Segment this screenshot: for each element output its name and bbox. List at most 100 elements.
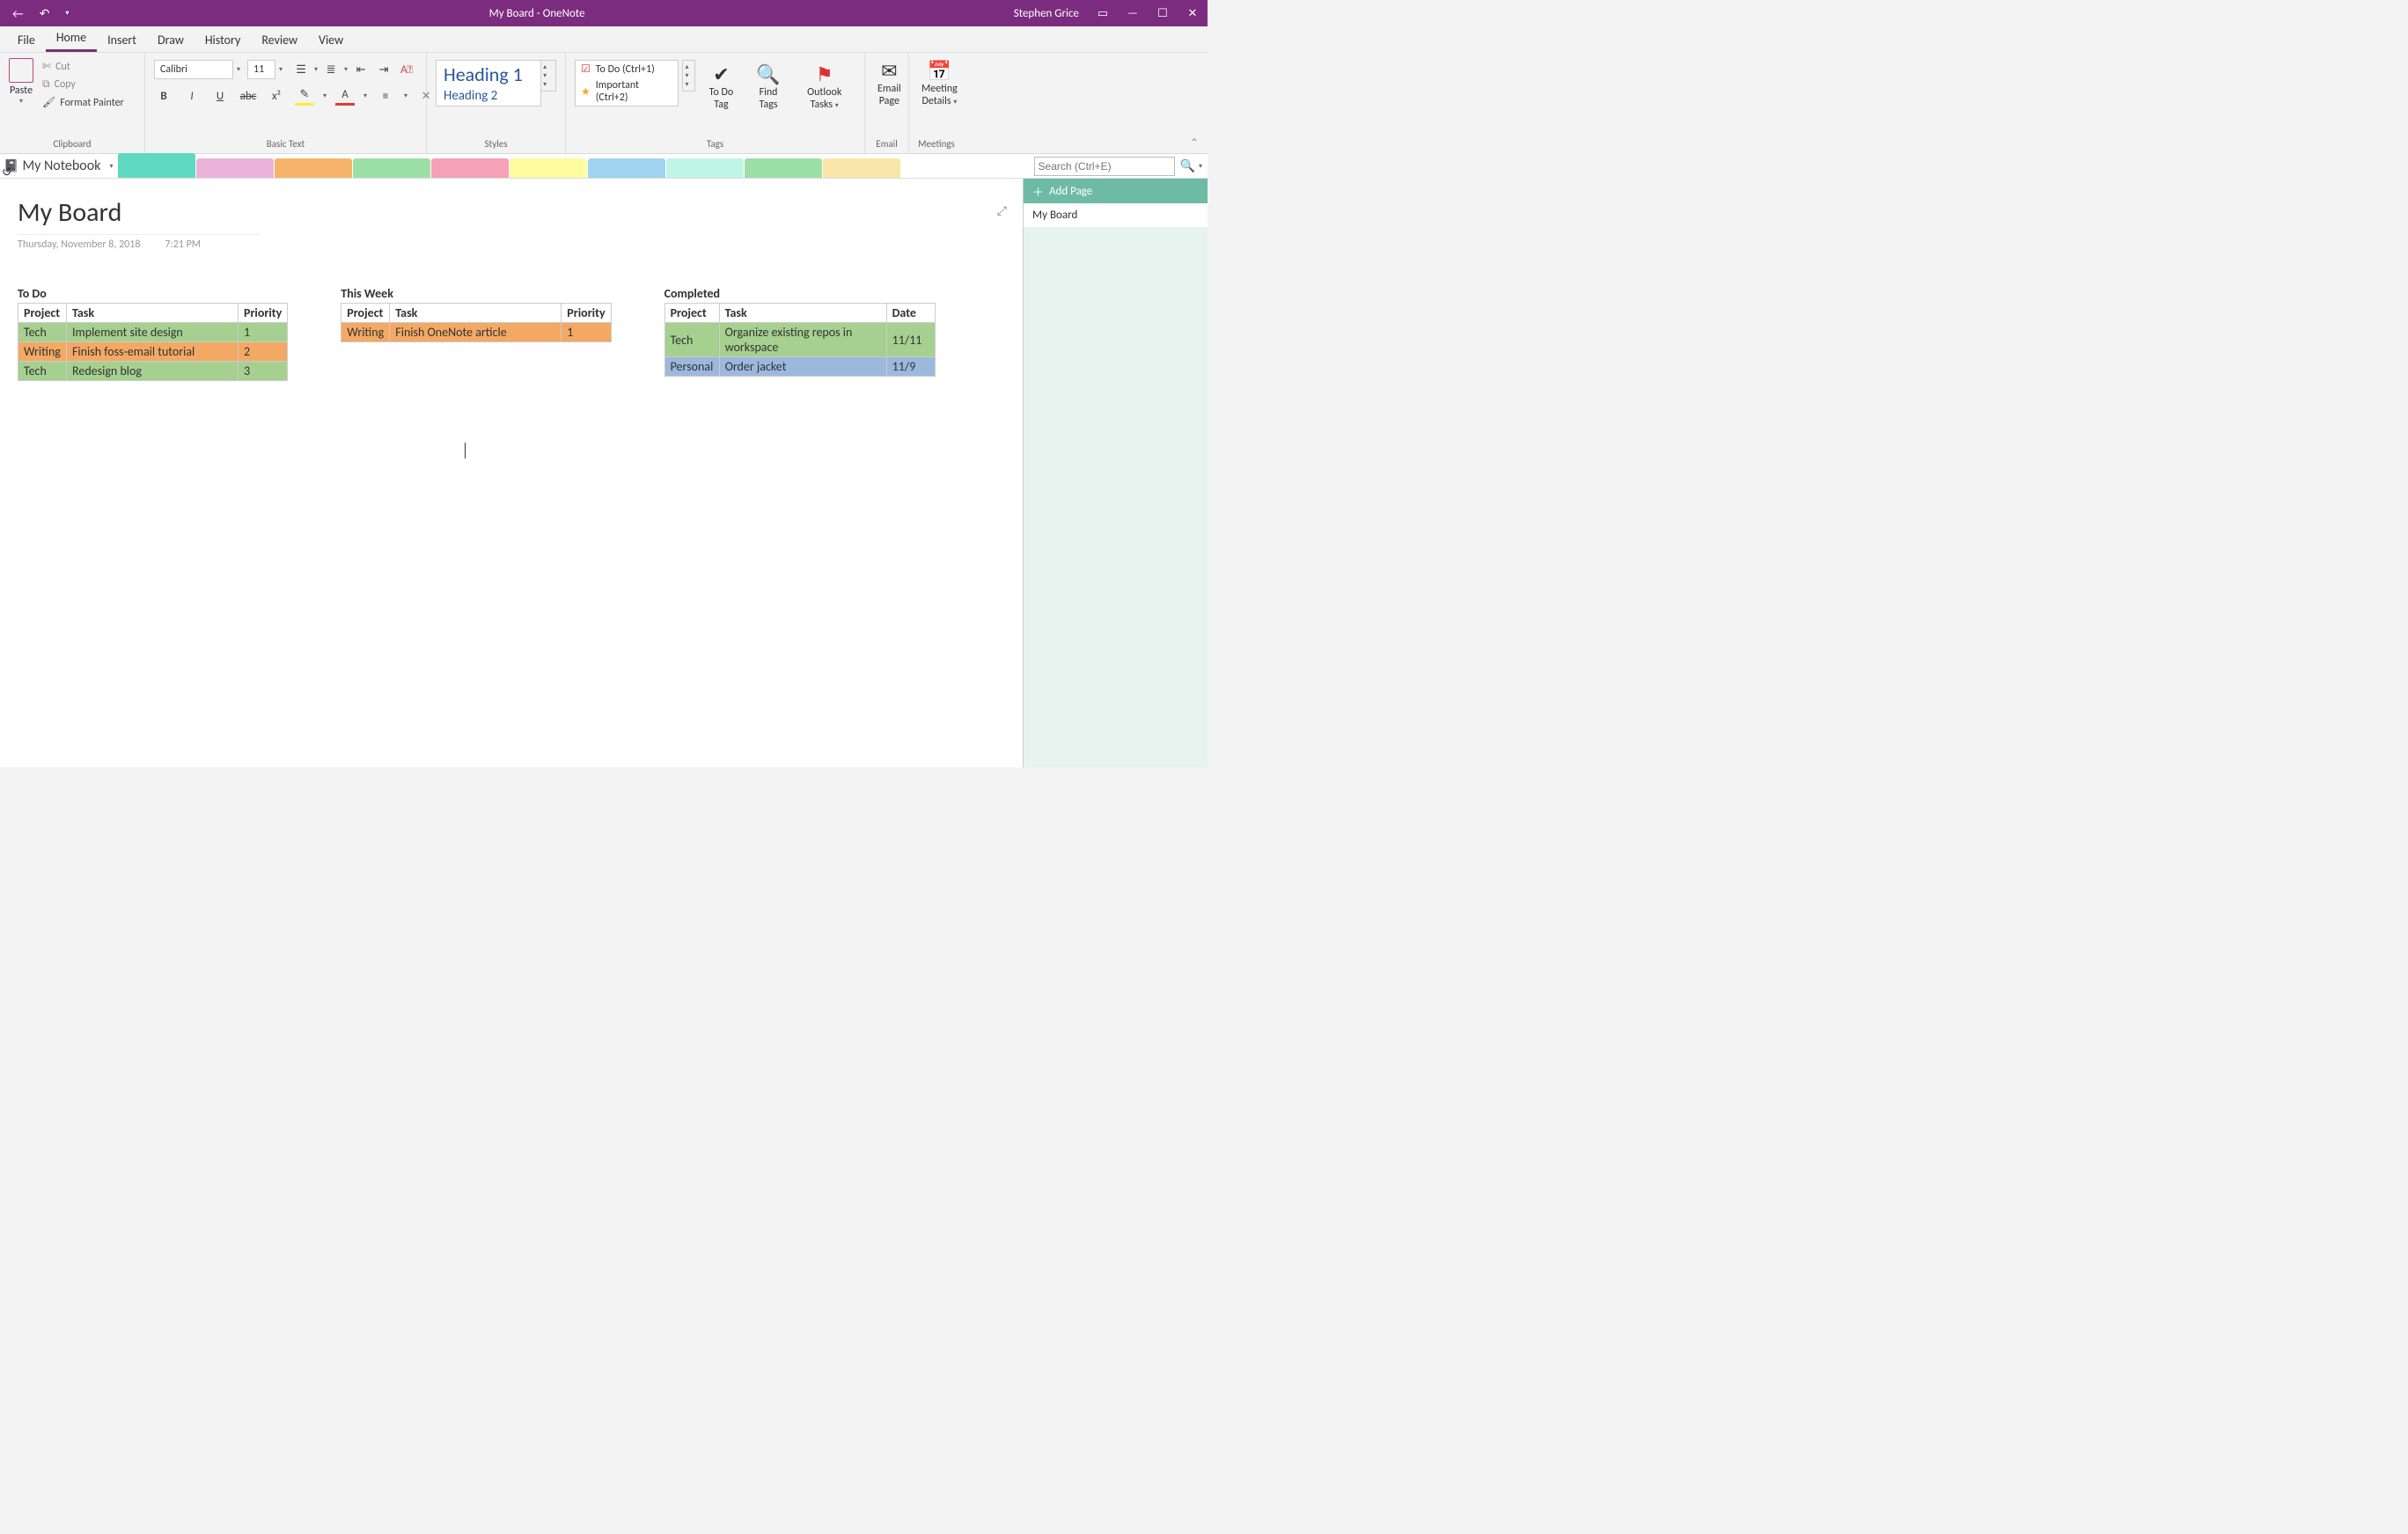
meeting-details-button[interactable]: 📅Meeting Details ▾ [914,56,965,110]
tags-more-icon[interactable]: ▾ [685,80,693,89]
back-icon[interactable]: ← [12,6,24,21]
table-cell[interactable]: 1 [239,323,288,342]
numbered-list-icon[interactable]: ≣ [321,60,341,79]
heading2-style[interactable]: Heading 2 [444,88,533,104]
column-header[interactable]: Priority [562,304,611,323]
table-cell[interactable]: Writing [341,323,390,342]
board-table[interactable]: ProjectTaskPriorityTechImplement site de… [18,303,288,381]
column-header[interactable]: Project [664,304,719,323]
tags-down-icon[interactable]: ▾ [685,71,693,80]
column-header[interactable]: Project [341,304,390,323]
column-header[interactable]: Project [18,304,67,323]
tags-up-icon[interactable]: ▴ [685,62,693,71]
font-size-select[interactable]: 11 [247,60,275,79]
column-header[interactable]: Task [719,304,886,323]
tab-insert[interactable]: Insert [97,28,147,52]
search-input[interactable] [1034,157,1175,176]
align-button[interactable]: ≡ [376,86,395,106]
page-title[interactable]: My Board [18,196,1005,229]
todo-tag-button[interactable]: ✔To Do Tag [699,60,743,114]
tab-history[interactable]: History [195,28,251,52]
section-tab[interactable] [510,158,587,178]
styles-up-icon[interactable]: ▴ [543,62,554,71]
notebook-dropdown-icon[interactable]: ▾ [109,162,113,171]
minimize-icon[interactable]: — [1118,7,1148,20]
column-header[interactable]: Task [67,304,239,323]
strikethrough-button[interactable]: abc [239,86,258,106]
expand-icon[interactable]: ⤢ [997,203,1007,218]
table-row[interactable]: TechImplement site design1 [18,323,288,342]
table-cell[interactable]: Implement site design [67,323,239,342]
superscript-button[interactable]: x² [267,86,286,106]
page-canvas[interactable]: My Board Thursday, November 8, 2018 7:21… [0,179,1023,767]
table-cell[interactable]: 3 [239,362,288,381]
styles-more-icon[interactable]: ▾ [543,80,554,89]
table-cell[interactable]: 2 [239,342,288,362]
underline-button[interactable]: U [210,86,230,106]
heading1-style[interactable]: Heading 1 [444,62,533,86]
table-row[interactable]: PersonalOrder jacket11/9 [664,357,935,377]
tab-home[interactable]: Home [46,26,97,52]
cut-button[interactable]: ✄Cut [42,60,124,73]
notebook-name[interactable]: My Notebook [18,158,104,174]
table-cell[interactable]: 11/11 [886,323,935,357]
table-cell[interactable]: Tech [18,323,67,342]
close-icon[interactable]: ✕ [1178,7,1208,20]
collapse-ribbon-icon[interactable]: ⌃ [1190,136,1199,150]
table-row[interactable]: TechOrganize existing repos in workspace… [664,323,935,357]
tags-gallery[interactable]: ☑To Do (Ctrl+1)★Important (Ctrl+2) [575,60,679,106]
search-field[interactable] [1039,160,1171,172]
align-dd[interactable]: ▾ [404,92,407,100]
outlook-tasks-button[interactable]: ⚑Outlook Tasks ▾ [793,60,855,114]
format-painter-button[interactable]: 🖌Format Painter [42,96,124,109]
table-cell[interactable]: Tech [664,323,719,357]
column-header[interactable]: Task [390,304,562,323]
user-name[interactable]: Stephen Grice [1005,7,1088,20]
size-dropdown-icon[interactable]: ▾ [279,65,283,74]
copy-button[interactable]: ⧉Copy [42,78,124,91]
section-tab[interactable] [745,158,822,178]
add-page-button[interactable]: ＋Add Page [1024,179,1208,203]
undo-icon[interactable]: ↶ [40,6,50,21]
font-dropdown-icon[interactable]: ▾ [237,65,240,74]
section-tab[interactable] [196,158,274,178]
numbered-dd[interactable]: ▾ [344,65,348,74]
table-cell[interactable]: Personal [664,357,719,377]
section-tab[interactable] [666,158,744,178]
column-header[interactable]: Date [886,304,935,323]
paste-button[interactable]: Paste [10,84,33,97]
paste-icon[interactable] [9,58,33,83]
font-family-select[interactable]: Calibri [154,60,233,79]
table-cell[interactable]: 1 [562,323,611,342]
indent-icon[interactable]: ⇥ [374,60,393,79]
highlight-button[interactable]: ✎ [295,86,314,106]
search-icon[interactable]: 🔍 [1180,158,1195,173]
bullet-list-icon[interactable]: ☰ [291,60,311,79]
font-color-dd[interactable]: ▾ [363,92,367,100]
table-cell[interactable]: 11/9 [886,357,935,377]
search-scope-dropdown-icon[interactable]: ▾ [1199,162,1202,171]
styles-down-icon[interactable]: ▾ [543,71,554,80]
board-table[interactable]: ProjectTaskDateTechOrganize existing rep… [664,303,936,377]
tab-file[interactable]: File [7,28,46,52]
paste-dropdown-icon[interactable]: ▾ [19,97,23,106]
section-tab[interactable] [588,158,665,178]
bullet-dd[interactable]: ▾ [314,65,318,74]
tab-draw[interactable]: Draw [147,28,195,52]
maximize-icon[interactable]: ☐ [1148,7,1178,20]
board-table[interactable]: ProjectTaskPriorityWritingFinish OneNote… [341,303,611,342]
clear-formatting-icon[interactable]: A⃠ [397,60,416,79]
section-tab[interactable] [353,158,430,178]
outdent-icon[interactable]: ⇤ [351,60,371,79]
table-cell[interactable]: Organize existing repos in workspace [719,323,886,357]
tab-review[interactable]: Review [251,28,308,52]
table-row[interactable]: WritingFinish OneNote article1 [341,323,611,342]
italic-button[interactable]: I [182,86,202,106]
section-tab[interactable] [275,158,352,178]
tag-item[interactable]: ☑To Do (Ctrl+1) [576,61,678,77]
tab-view[interactable]: View [308,28,354,52]
section-tab[interactable] [118,153,195,178]
table-cell[interactable]: Writing [18,342,67,362]
styles-gallery[interactable]: Heading 1 Heading 2 [436,60,541,106]
tag-item[interactable]: ★Important (Ctrl+2) [576,77,678,106]
